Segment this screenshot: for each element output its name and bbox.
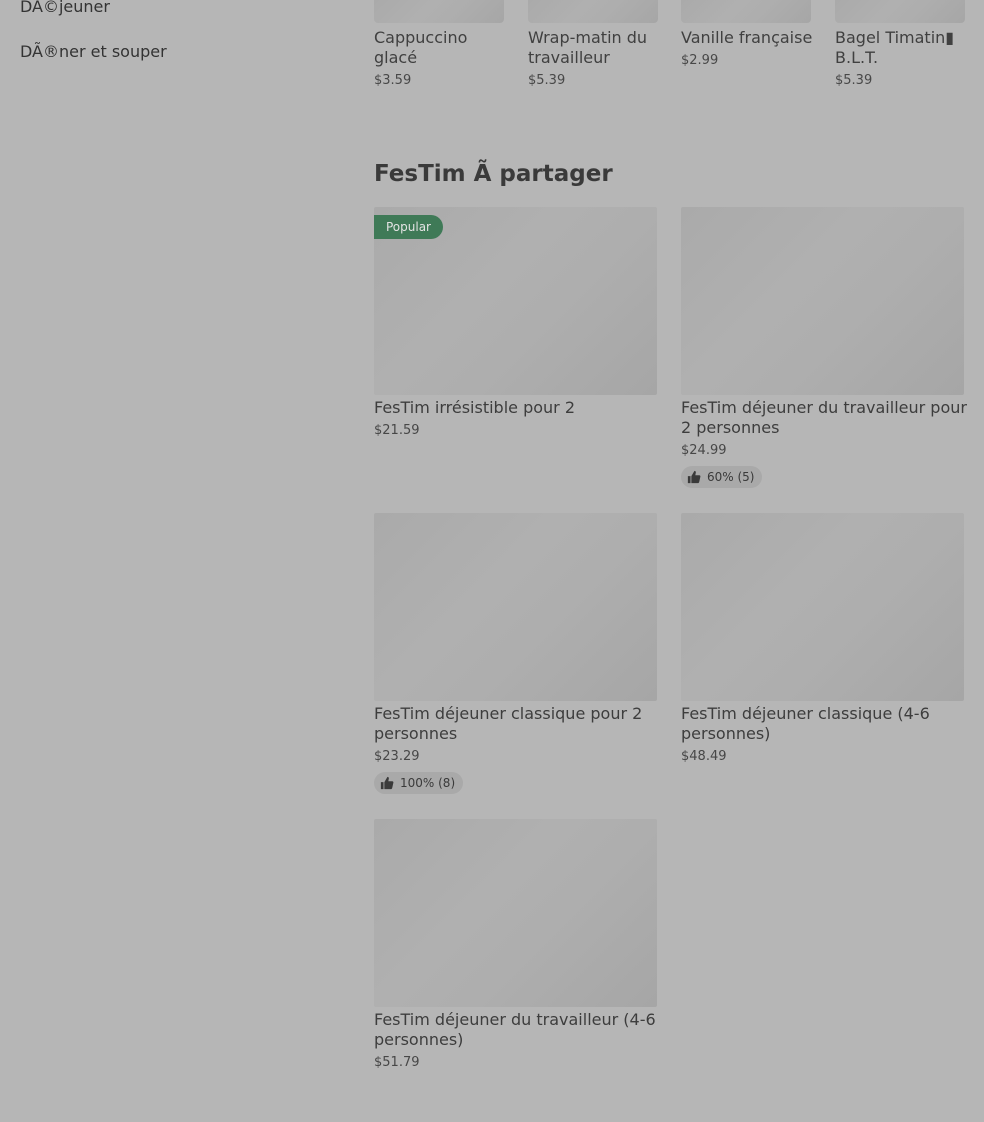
item-image [681, 513, 964, 701]
item-name: FesTim déjeuner classique (4-6 personnes… [681, 704, 930, 743]
rating-badge: 60% (5) [681, 466, 763, 488]
thumbs-up-icon [687, 470, 701, 484]
item-image [528, 0, 658, 23]
item-price: $51.79 [374, 1055, 420, 1070]
item-name: FesTim déjeuner du travailleur (4-6 pers… [374, 1010, 656, 1049]
rating-text: 60% (5) [707, 470, 755, 484]
item-name: Wrap-matin du travailleur [528, 28, 648, 67]
item-price: $2.99 [681, 53, 719, 68]
rating-text: 100% (8) [400, 776, 456, 790]
item-name: Vanille française [681, 28, 813, 47]
item-price: $48.49 [681, 749, 727, 764]
rating-badge: 100% (8) [374, 772, 464, 794]
item-name: Bagel Timatin▮ B.L.T. [835, 28, 955, 67]
item-price: $3.59 [374, 73, 412, 88]
item-price: $5.39 [835, 73, 873, 88]
item-price: $24.99 [681, 443, 727, 458]
thumbs-up-icon [380, 776, 394, 790]
item-price: $5.39 [528, 73, 566, 88]
item-image [374, 513, 657, 701]
popular-badge: Popular [374, 215, 443, 239]
item-name: Cappuccino glacé [374, 28, 468, 67]
item-image [835, 0, 965, 23]
item-image [374, 819, 657, 1007]
item-price: $21.59 [374, 423, 420, 438]
item-image [374, 0, 504, 23]
sidebar-item-breakfast[interactable]: DÃ©jeuner [20, 0, 110, 17]
item-name: FesTim déjeuner classique pour 2 personn… [374, 704, 643, 743]
section-title: FesTim Ã partager [374, 161, 613, 187]
item-name: FesTim irrésistible pour 2 [374, 398, 576, 417]
item-image [681, 207, 964, 395]
item-image [681, 0, 811, 23]
item-price: $23.29 [374, 749, 420, 764]
sidebar-item-dinner-supper[interactable]: DÃ®ner et souper [20, 42, 167, 62]
item-name: FesTim déjeuner du travailleur pour 2 pe… [681, 398, 967, 437]
